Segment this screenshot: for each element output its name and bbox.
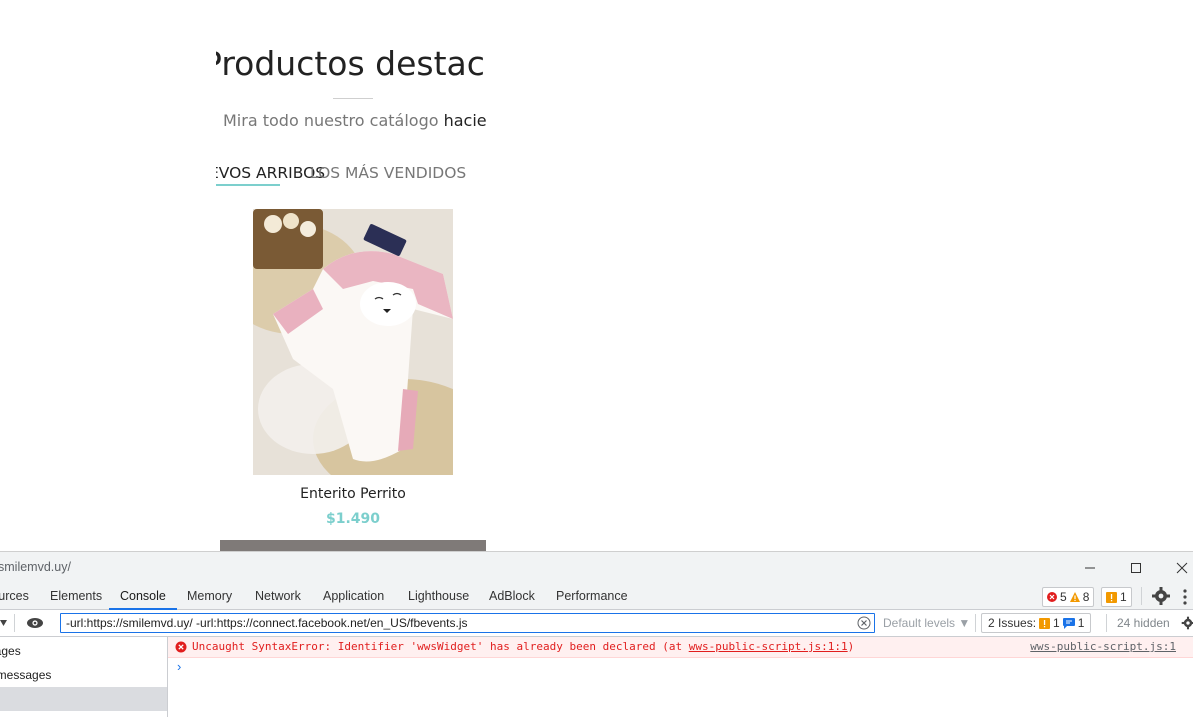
maximize-button[interactable] [1113,552,1159,583]
page: { "site": { "section_title": "Productos … [0,0,1193,717]
console-sidebar: messages user messages [0,637,168,717]
close-button[interactable] [1159,552,1193,583]
section-title: Productos destacados [216,44,486,83]
console-filter-bar: -url:https://smilemvd.uy/ -url:https://c… [0,610,1193,637]
error-inline-link[interactable]: wws-public-script.js:1:1 [689,640,848,653]
product-price: $1.490 [325,511,381,527]
filter-divider-2 [975,614,976,632]
active-tab-underline [216,184,280,186]
more-options-icon[interactable] [1182,589,1188,605]
tab-adblock[interactable]: AdBlock [489,583,535,610]
error-count: 5 [1060,590,1067,604]
tab-application[interactable]: Application [323,583,384,610]
issues-label: 2 Issues: [988,616,1037,630]
subtitle-text: Mira todo nuestro catálogo [223,111,439,130]
error-warning-counter[interactable]: 5 8 [1042,587,1095,607]
toolbar-divider [1141,587,1142,605]
log-levels-dropdown[interactable]: Default levels ▼ [883,616,970,630]
clear-filter-icon[interactable] [857,616,871,630]
sidebar-item-user-messages[interactable]: user messages [0,663,167,687]
error-message-close: ) [847,640,855,653]
tab-lighthouse[interactable]: Lighthouse [408,583,469,610]
hidden-messages-count: 24 hidden [1117,616,1170,630]
close-icon [1176,562,1188,573]
tab-sources[interactable]: Sources [0,583,29,610]
issues-warning-count: 1 [1053,616,1060,630]
devtools-titlebar: smilemvd.uy/ [0,552,1193,583]
error-message: Uncaught SyntaxError: Identifier 'wwsWid… [192,640,854,653]
issue-warning-icon [1039,617,1051,629]
warning-count: 8 [1082,590,1090,604]
console-filter-input[interactable]: -url:https://smilemvd.uy/ -url:https://c… [60,613,875,633]
console-settings-icon[interactable] [1181,616,1193,630]
product-image[interactable] [253,209,453,475]
devtools-tabbar: Sources Elements Console Memory Network … [0,583,1193,610]
tab-best-sellers[interactable]: LOS MÁS VENDIDOS [310,164,466,182]
console-error-row[interactable]: Uncaught SyntaxError: Identifier 'wwsWid… [168,637,1193,658]
minimize-icon [1085,567,1095,568]
subtitle-link[interactable]: haciendo [444,111,486,130]
tab-console[interactable]: Console [109,583,177,610]
tab-network[interactable]: Network [255,583,301,610]
filter-divider [14,614,15,632]
section-subtitle: Mira todo nuestro catálogo haciendo [223,111,486,130]
console-prompt[interactable]: › [177,659,181,674]
error-circle-icon [175,641,187,653]
product-name[interactable]: Enterito Perrito [253,486,453,502]
issues-button[interactable]: 2 Issues: 1 1 [981,613,1092,633]
error-source-link[interactable]: wws-public-script.js:1 [1030,640,1176,653]
tab-elements[interactable]: Elements [50,583,102,610]
context-dropdown-arrow-icon[interactable] [0,618,8,628]
settings-gear-icon[interactable] [1151,586,1171,606]
issues-info-count: 1 [1077,616,1085,630]
issue-info-icon [1062,617,1075,629]
sidebar-item-selected[interactable] [0,687,167,711]
title-divider [333,98,373,99]
next-product-card [220,540,486,551]
tab-memory[interactable]: Memory [187,583,232,610]
maximize-icon [1131,562,1141,573]
website-viewport: Productos destacados Mira todo nuestro c… [0,0,1193,551]
filter-divider-3 [1106,614,1107,632]
tab-performance[interactable]: Performance [556,583,628,610]
console-output: Uncaught SyntaxError: Identifier 'wwsWid… [168,637,1193,717]
devtools-window-url: smilemvd.uy/ [0,560,71,574]
warning-icon [1069,592,1080,602]
tab-new-arrivals[interactable]: NUEVOS ARRIBOS [216,164,325,182]
live-expression-eye-icon[interactable] [26,617,44,629]
issues-counter[interactable]: 1 [1101,587,1132,607]
error-icon [1047,592,1057,602]
issues-count: 1 [1120,590,1127,604]
devtools-window: smilemvd.uy/ Sources Elements Console Me… [0,551,1193,717]
issue-flag-icon [1106,591,1117,603]
error-message-text: Uncaught SyntaxError: Identifier 'wwsWid… [192,640,689,653]
sidebar-item-messages[interactable]: messages [0,639,167,663]
product-photo-illustration [253,209,453,475]
minimize-button[interactable] [1067,552,1113,583]
